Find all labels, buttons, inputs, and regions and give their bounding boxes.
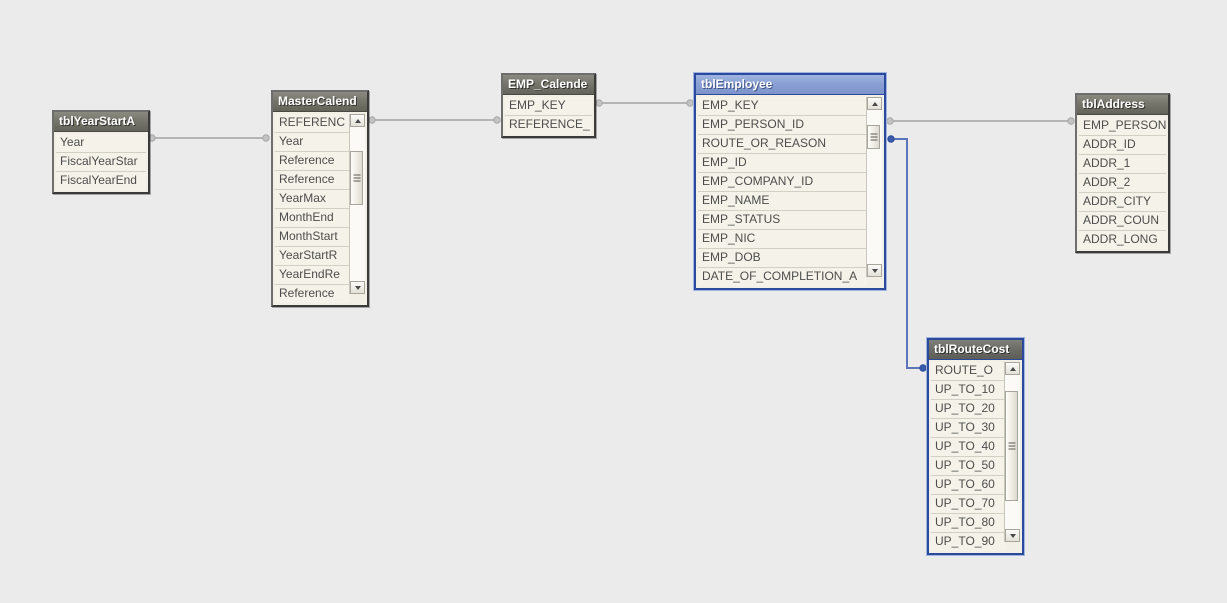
field-row[interactable]: ADDR_ID: [1079, 136, 1166, 155]
scroll-up-arrow-icon[interactable]: [350, 114, 365, 127]
relationship-rel-empcalendar-tblemployee[interactable]: [595, 99, 694, 107]
table-body-tblAddress: EMP_PERSON ADDR_ID ADDR_1 ADDR_2 ADDR_CITY AD…: [1077, 115, 1168, 251]
scroll-down-arrow-icon[interactable]: [350, 281, 365, 294]
field-list-tblYearStartA: Year FiscalYearStar FiscalYearEnd: [56, 134, 146, 190]
field-row[interactable]: EMP_ID: [698, 154, 867, 173]
scrollbar-thumb[interactable]: [1005, 391, 1018, 501]
field-row[interactable]: UP_TO_60: [931, 476, 1005, 495]
diagram-canvas: tblYearStartA Year FiscalYearStar FiscalYea…: [0, 0, 1227, 603]
relationship-rel-yearstart-mastercalend[interactable]: [148, 134, 270, 142]
table-body-tblRouteCost: ROUTE_O UP_TO_10 UP_TO_20 UP_TO_30 UP_TO_40 U…: [929, 360, 1022, 553]
table-header-tblAddress[interactable]: tblAddress: [1077, 95, 1168, 115]
scrollbar-thumb[interactable]: [350, 151, 363, 205]
field-row[interactable]: UP_TO_50: [931, 457, 1005, 476]
table-header-EMP_Calende[interactable]: EMP_Calende: [503, 75, 594, 95]
relationship-endpoint[interactable]: [493, 116, 501, 124]
relationship-line[interactable]: [891, 138, 923, 369]
relationship-endpoint[interactable]: [886, 117, 894, 125]
field-row[interactable]: UP_TO_30: [931, 419, 1005, 438]
field-row[interactable]: UP_TO_70: [931, 495, 1005, 514]
table-header-MasterCalend[interactable]: MasterCalend: [273, 92, 367, 112]
field-row[interactable]: ADDR_LONG: [1079, 231, 1166, 249]
field-row[interactable]: MonthStart: [275, 228, 350, 247]
relationship-endpoint[interactable]: [1067, 117, 1075, 125]
field-row[interactable]: Reference: [275, 171, 350, 190]
table-body-EMP_Calende: EMP_KEY REFERENCE_: [503, 95, 594, 136]
field-row[interactable]: EMP_PERSON: [1079, 117, 1166, 136]
field-row[interactable]: UP_TO_80: [931, 514, 1005, 533]
field-list-tblRouteCost: ROUTE_O UP_TO_10 UP_TO_20 UP_TO_30 UP_TO_40 U…: [931, 362, 1005, 551]
field-row[interactable]: ROUTE_O: [931, 362, 1005, 381]
scrollbar-track[interactable]: [350, 127, 365, 281]
table-header-tblRouteCost[interactable]: tblRouteCost: [929, 340, 1022, 360]
field-row[interactable]: EMP_KEY: [698, 97, 867, 116]
field-row[interactable]: ADDR_COUN: [1079, 212, 1166, 231]
field-row[interactable]: EMP_PERSON_ID: [698, 116, 867, 135]
field-row[interactable]: EMP_KEY: [505, 97, 592, 116]
relationship-endpoint[interactable]: [368, 116, 376, 124]
field-row[interactable]: ROUTE_OR_REASON: [698, 135, 867, 154]
scrollbar-MasterCalend[interactable]: [349, 114, 365, 294]
table-header-tblYearStartA[interactable]: tblYearStartA: [54, 112, 148, 132]
field-row[interactable]: FiscalYearStar: [56, 153, 146, 172]
table-tblEmployee[interactable]: tblEmployee EMP_KEY EMP_PERSON_ID ROUTE_OR_…: [694, 73, 886, 290]
field-row[interactable]: YearMax: [275, 190, 350, 209]
relationship-rel-tblemployee-tblroutecost[interactable]: [887, 135, 927, 372]
scroll-up-arrow-icon[interactable]: [1005, 362, 1020, 375]
relationship-endpoint[interactable]: [262, 134, 270, 142]
table-body-MasterCalend: REFERENC Year Reference Reference YearMax Mon…: [273, 112, 367, 305]
field-row[interactable]: YearStartR: [275, 247, 350, 266]
relationship-connectors: [148, 99, 1075, 372]
field-row[interactable]: Year: [275, 133, 350, 152]
relationship-endpoint[interactable]: [887, 135, 895, 143]
table-tblAddress[interactable]: tblAddress EMP_PERSON ADDR_ID ADDR_1 ADDR_2 A…: [1075, 93, 1170, 253]
field-row[interactable]: UP_TO_40: [931, 438, 1005, 457]
relationship-rel-tblemployee-tbladdress[interactable]: [886, 117, 1075, 125]
field-row[interactable]: UP_TO_10: [931, 381, 1005, 400]
scroll-up-arrow-icon[interactable]: [867, 97, 882, 110]
table-EMP_Calende[interactable]: EMP_Calende EMP_KEY REFERENCE_: [501, 73, 596, 138]
field-row[interactable]: YearEndRe: [275, 266, 350, 285]
field-row[interactable]: REFERENC: [275, 114, 350, 133]
table-body-tblYearStartA: Year FiscalYearStar FiscalYearEnd: [54, 132, 148, 192]
scroll-down-arrow-icon[interactable]: [867, 264, 882, 277]
scrollbar-tblEmployee[interactable]: [866, 97, 882, 277]
table-header-tblEmployee[interactable]: tblEmployee: [696, 75, 884, 95]
field-list-tblEmployee: EMP_KEY EMP_PERSON_ID ROUTE_OR_REASON EMP_I…: [698, 97, 867, 286]
field-row[interactable]: UP_TO_90: [931, 533, 1005, 551]
scrollbar-track[interactable]: [867, 110, 882, 264]
scroll-down-arrow-icon[interactable]: [1005, 529, 1020, 542]
field-row[interactable]: EMP_NAME: [698, 192, 867, 211]
field-row[interactable]: MonthEnd: [275, 209, 350, 228]
table-MasterCalend[interactable]: MasterCalend REFERENC Year Reference Referen…: [271, 90, 369, 307]
field-row[interactable]: EMP_STATUS: [698, 211, 867, 230]
field-row[interactable]: EMP_DOB: [698, 249, 867, 268]
relationship-endpoint[interactable]: [595, 99, 603, 107]
scrollbar-thumb[interactable]: [867, 125, 880, 149]
field-row[interactable]: ADDR_1: [1079, 155, 1166, 174]
field-list-MasterCalend: REFERENC Year Reference Reference YearMax Mon…: [275, 114, 350, 303]
field-row[interactable]: DATE_OF_COMPLETION_A: [698, 268, 867, 286]
field-row[interactable]: FiscalYearEnd: [56, 172, 146, 190]
scrollbar-tblRouteCost[interactable]: [1004, 362, 1020, 542]
field-row[interactable]: REFERENCE_: [505, 116, 592, 134]
field-row[interactable]: Reference: [275, 152, 350, 171]
field-row[interactable]: ADDR_CITY: [1079, 193, 1166, 212]
table-tblRouteCost[interactable]: tblRouteCost ROUTE_O UP_TO_10 UP_TO_20 UP_TO…: [927, 338, 1024, 555]
table-body-tblEmployee: EMP_KEY EMP_PERSON_ID ROUTE_OR_REASON EMP_I…: [696, 95, 884, 288]
scrollbar-track[interactable]: [1005, 375, 1020, 529]
field-row[interactable]: EMP_COMPANY_ID: [698, 173, 867, 192]
field-list-tblAddress: EMP_PERSON ADDR_ID ADDR_1 ADDR_2 ADDR_CITY AD…: [1079, 117, 1166, 249]
field-row[interactable]: ADDR_2: [1079, 174, 1166, 193]
table-tblYearStartA[interactable]: tblYearStartA Year FiscalYearStar FiscalYea…: [52, 110, 150, 194]
relationship-endpoint[interactable]: [919, 364, 927, 372]
field-row[interactable]: Reference: [275, 285, 350, 303]
relationship-rel-mastercalend-empcalendar[interactable]: [368, 116, 501, 124]
field-row[interactable]: UP_TO_20: [931, 400, 1005, 419]
field-row[interactable]: Year: [56, 134, 146, 153]
relationship-endpoint[interactable]: [686, 99, 694, 107]
field-row[interactable]: EMP_NIC: [698, 230, 867, 249]
field-list-EMP_Calende: EMP_KEY REFERENCE_: [505, 97, 592, 134]
